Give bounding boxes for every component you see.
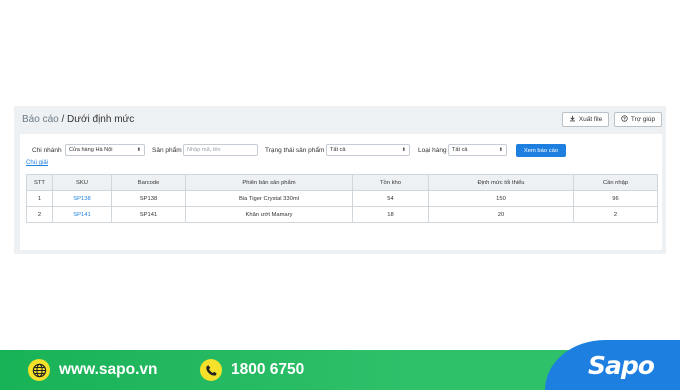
phone-icon xyxy=(200,359,222,381)
view-report-button[interactable]: Xem báo cáo xyxy=(516,144,566,157)
export-file-label: Xuất file xyxy=(578,116,603,123)
chevron-updown-icon: ⬍ xyxy=(401,147,406,153)
table-row: 2 SP141 SP141 Khăn ướt Mamary 18 20 2 xyxy=(26,206,658,223)
chevron-updown-icon: ⬍ xyxy=(136,147,141,153)
branch-select-value: Cửa hàng Hà Nội xyxy=(69,147,113,153)
breadcrumb-root[interactable]: Báo cáo xyxy=(22,114,59,125)
product-search-placeholder: Nhập mã, tên xyxy=(187,147,221,153)
report-window: Báo cáo / Dưới định mức Xuất file Trợ gi… xyxy=(14,106,666,254)
cell-min: 150 xyxy=(428,190,574,207)
status-label: Trạng thái sản phẩm xyxy=(265,147,325,154)
cell-need: 2 xyxy=(573,206,658,223)
table-row: 1 SP138 SP138 Bia Tiger Crystal 330ml 54… xyxy=(26,190,658,207)
cell-variant: Bia Tiger Crystal 330ml xyxy=(185,190,353,207)
report-table: STT SKU Barcode Phiên bản sản phẩm Tồn k… xyxy=(26,174,658,223)
legend-link[interactable]: Chú giải xyxy=(26,160,48,166)
cell-stock: 18 xyxy=(352,206,429,223)
cell-variant: Khăn ướt Mamary xyxy=(185,206,353,223)
help-label: Trợ giúp xyxy=(630,116,656,123)
column-header-variant: Phiên bản sản phẩm xyxy=(185,174,353,191)
type-label: Loại hàng xyxy=(418,147,447,154)
phone-text: 1800 6750 xyxy=(231,361,305,378)
table-header-row: STT SKU Barcode Phiên bản sản phẩm Tồn k… xyxy=(26,174,658,191)
column-header-stt: STT xyxy=(26,174,53,191)
panel-bottom-edge xyxy=(14,250,666,254)
cell-sku-link[interactable]: SP138 xyxy=(52,190,112,207)
download-icon xyxy=(569,115,576,124)
product-search-input[interactable]: Nhập mã, tên xyxy=(183,144,258,156)
type-select[interactable]: Tất cả ⬍ xyxy=(448,144,507,156)
column-header-stock: Tồn kho xyxy=(352,174,429,191)
website-text: www.sapo.vn xyxy=(59,361,158,378)
cell-min: 20 xyxy=(428,206,574,223)
cell-stt: 1 xyxy=(26,190,53,207)
report-card: Chi nhánh Cửa hàng Hà Nội ⬍ Sản phẩm Nhậ… xyxy=(20,134,662,250)
product-label: Sản phẩm xyxy=(152,147,182,154)
status-select-value: Tất cả xyxy=(330,147,346,153)
column-header-min: Định mức tối thiểu xyxy=(428,174,574,191)
type-select-value: Tất cả xyxy=(452,147,468,153)
cell-barcode: SP141 xyxy=(111,206,186,223)
branch-select[interactable]: Cửa hàng Hà Nội ⬍ xyxy=(65,144,145,156)
globe-icon xyxy=(28,359,50,381)
cell-barcode: SP138 xyxy=(111,190,186,207)
column-header-need: Cần nhập xyxy=(573,174,658,191)
phone-item: 1800 6750 xyxy=(200,359,304,381)
breadcrumb-separator: / xyxy=(58,114,68,125)
page-title: Dưới định mức xyxy=(67,114,135,125)
cell-need: 96 xyxy=(573,190,658,207)
export-file-button[interactable]: Xuất file xyxy=(562,112,609,127)
branch-label: Chi nhánh xyxy=(32,147,62,154)
column-header-barcode: Barcode xyxy=(111,174,186,191)
column-header-sku: SKU xyxy=(52,174,112,191)
breadcrumb: Báo cáo / Dưới định mức xyxy=(22,114,134,125)
chevron-updown-icon: ⬍ xyxy=(498,147,503,153)
cell-sku-link[interactable]: SP141 xyxy=(52,206,112,223)
cell-stock: 54 xyxy=(352,190,429,207)
website-item: www.sapo.vn xyxy=(28,359,157,381)
help-button[interactable]: Trợ giúp xyxy=(614,112,662,127)
status-select[interactable]: Tất cả ⬍ xyxy=(326,144,410,156)
cell-stt: 2 xyxy=(26,206,53,223)
page-header: Báo cáo / Dưới định mức Xuất file Trợ gi… xyxy=(14,106,666,134)
question-circle-icon xyxy=(621,115,628,124)
